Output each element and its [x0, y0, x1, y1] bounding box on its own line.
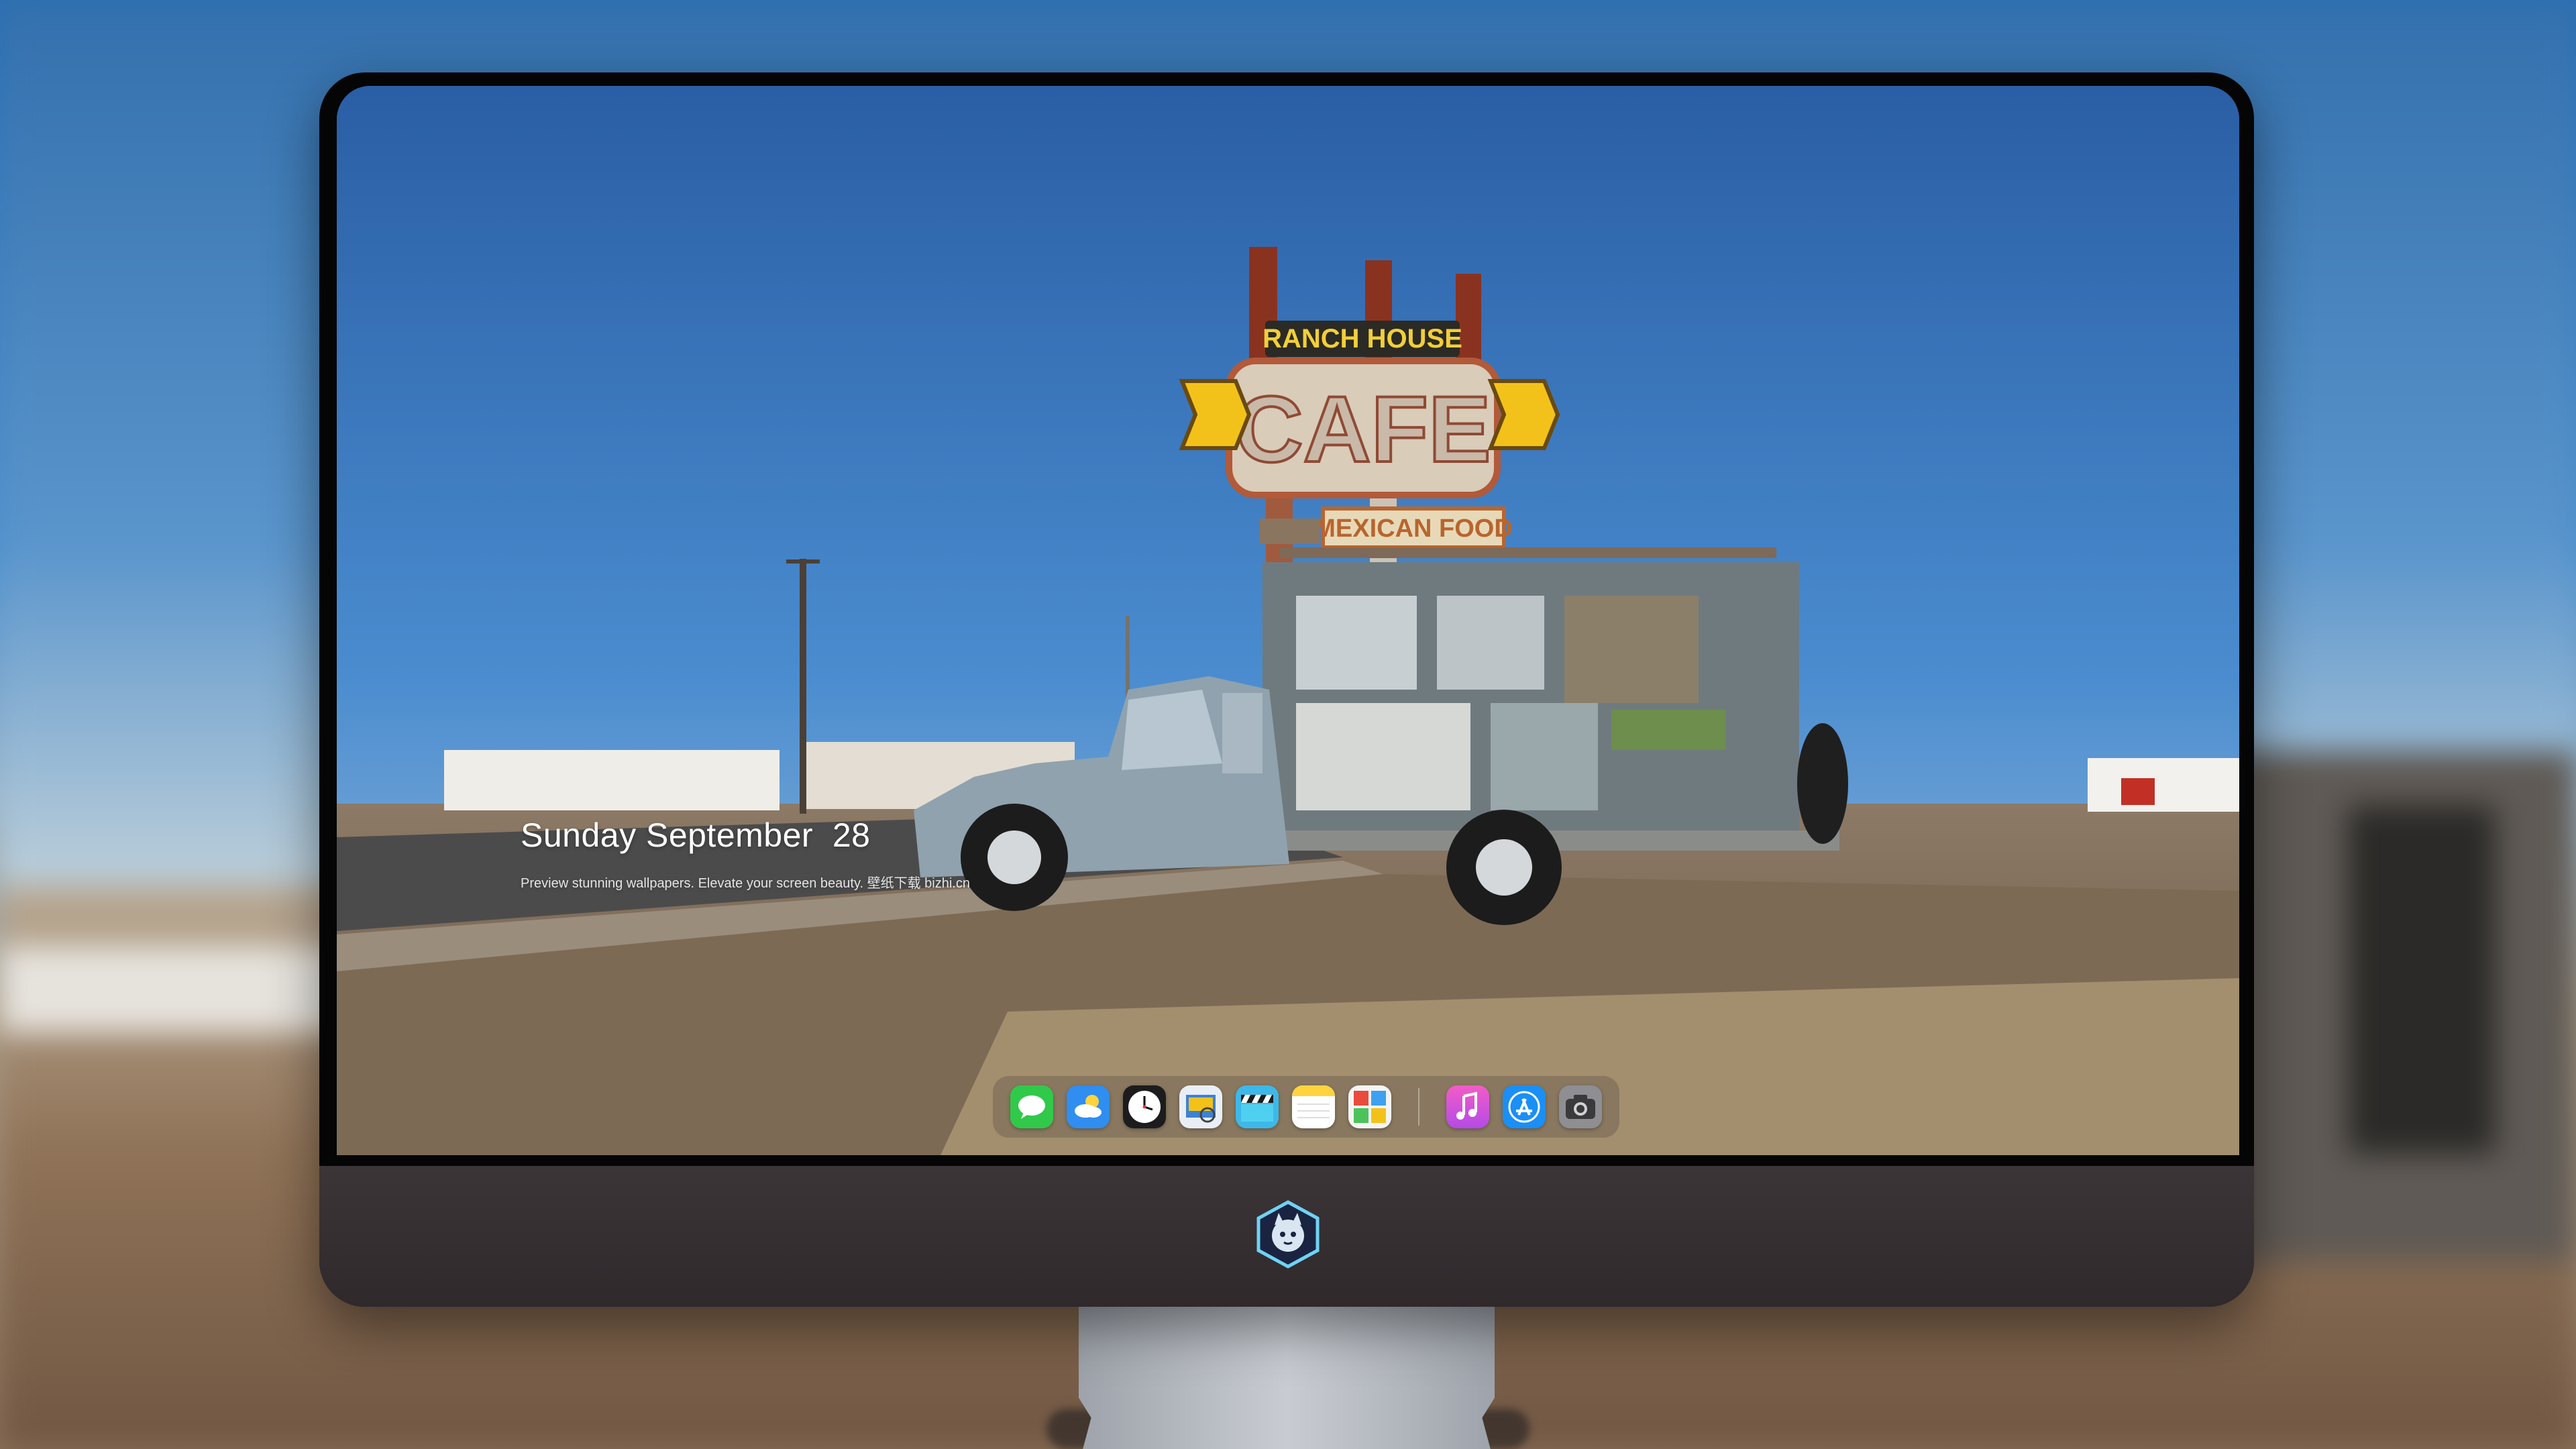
messages-icon[interactable]	[1010, 1085, 1053, 1128]
clock-icon[interactable]	[1123, 1085, 1166, 1128]
monitor-stand	[1079, 1307, 1495, 1449]
preview-icon[interactable]	[1179, 1085, 1222, 1128]
date-label: Sunday September 28	[521, 816, 871, 854]
notes-icon[interactable]	[1292, 1085, 1335, 1128]
lockscreen-clock: Sunday September 28 Preview stunning wal…	[521, 816, 970, 892]
dock-separator	[1418, 1088, 1419, 1126]
svg-text:MEXICAN FOOD: MEXICAN FOOD	[1314, 515, 1513, 543]
brand-logo-icon	[1256, 1200, 1320, 1269]
wallpaper-caption: Preview stunning wallpapers. Elevate you…	[521, 876, 970, 891]
svg-text:RANCH HOUSE: RANCH HOUSE	[1263, 324, 1462, 354]
svg-text:CAFE: CAFE	[1235, 376, 1491, 482]
app-store-icon[interactable]	[1503, 1085, 1546, 1128]
weather-icon[interactable]	[1067, 1085, 1110, 1128]
camera-icon[interactable]	[1559, 1085, 1602, 1128]
music-icon[interactable]	[1446, 1085, 1489, 1128]
photobooth-icon[interactable]	[1348, 1085, 1391, 1128]
dock	[993, 1076, 1619, 1138]
motel-building	[444, 750, 780, 810]
wallpaper: RANCH HOUSE CAFE MEXICAN FOOD	[337, 86, 2239, 1155]
clips-icon[interactable]	[1236, 1085, 1279, 1128]
desktop-screen: RANCH HOUSE CAFE MEXICAN FOOD Sunday Sep…	[337, 86, 2239, 1155]
